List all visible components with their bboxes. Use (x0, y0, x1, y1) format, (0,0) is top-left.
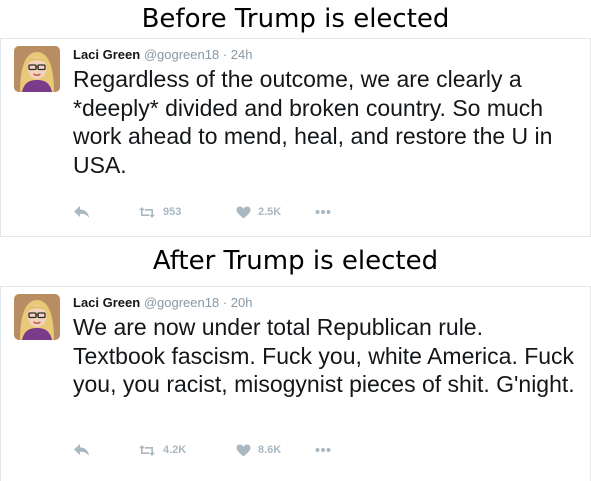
like-count: 2.5K (258, 206, 282, 218)
tweet-actions: 953 2.5K (73, 203, 573, 221)
avatar[interactable] (14, 294, 60, 340)
timestamp[interactable]: 24h (231, 47, 253, 62)
more-dots-icon (315, 210, 331, 214)
tweet-actions: 4.2K 8.6K (73, 441, 573, 459)
section-heading: After Trump is elected (152, 246, 439, 276)
retweet-button[interactable]: 953 (138, 203, 181, 221)
reply-button[interactable] (73, 203, 90, 221)
tweet-card[interactable]: Laci Green @gogreen18 · 24h Regardless o… (0, 38, 591, 237)
heart-icon (236, 444, 251, 456)
more-dots-icon (315, 448, 331, 452)
tweet-header: Laci Green @gogreen18 · 24h (73, 47, 253, 62)
separator: · (222, 47, 228, 62)
like-button[interactable]: 8.6K (236, 441, 281, 459)
author-name[interactable]: Laci Green (73, 47, 140, 62)
avatar[interactable] (14, 46, 60, 92)
section-heading: Before Trump is elected (141, 4, 450, 34)
tweet-text: We are now under total Republican rule. … (73, 314, 575, 397)
retweet-icon (139, 444, 155, 456)
retweet-count: 953 (163, 206, 182, 218)
retweet-count: 4.2K (163, 444, 187, 456)
reply-button[interactable] (73, 441, 90, 459)
tweet-text: Regardless of the outcome, we are clearl… (73, 66, 553, 178)
avatar-image (14, 294, 60, 340)
after-section: After Trump is elected Laci Green @gogre… (0, 237, 591, 481)
before-section: Before Trump is elected Laci Green @gogr… (0, 0, 591, 237)
more-button[interactable] (315, 441, 331, 459)
like-button[interactable]: 2.5K (236, 203, 281, 221)
tweet-card[interactable]: Laci Green @gogreen18 · 20h We are now u… (0, 286, 591, 481)
heart-icon (236, 206, 251, 218)
more-button[interactable] (315, 203, 331, 221)
author-handle[interactable]: @gogreen18 (144, 295, 219, 310)
reply-icon (74, 444, 89, 456)
timestamp[interactable]: 20h (231, 295, 253, 310)
retweet-icon (139, 206, 155, 218)
tweet-header: Laci Green @gogreen18 · 20h (73, 295, 253, 310)
reply-icon (74, 206, 89, 218)
separator: · (222, 295, 228, 310)
avatar-image (14, 46, 60, 92)
author-handle[interactable]: @gogreen18 (144, 47, 219, 62)
like-count: 8.6K (258, 444, 282, 456)
author-name[interactable]: Laci Green (73, 295, 140, 310)
retweet-button[interactable]: 4.2K (138, 441, 186, 459)
